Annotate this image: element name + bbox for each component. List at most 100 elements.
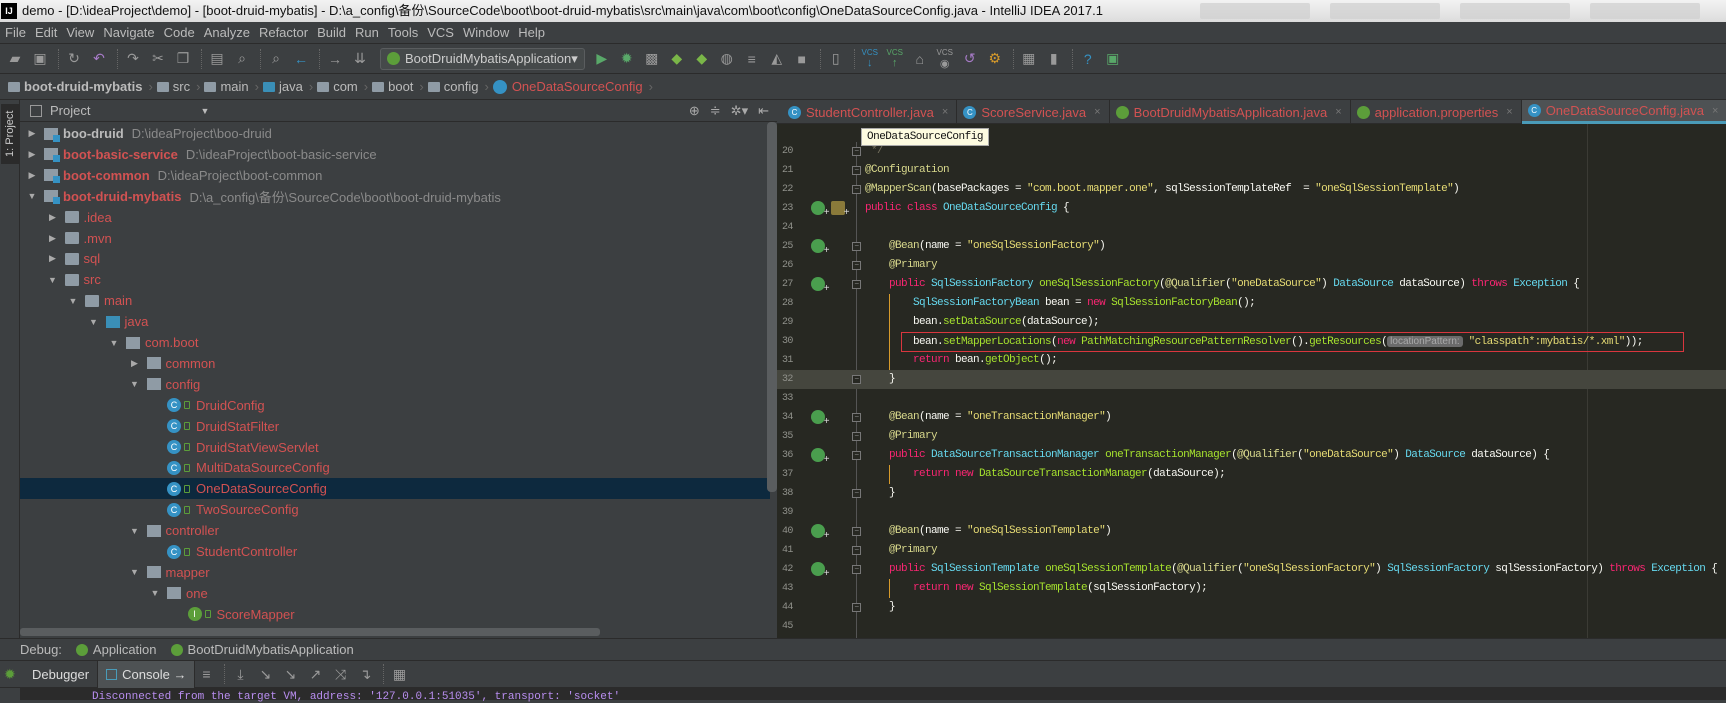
expand-right-icon[interactable]: ▶ — [129, 358, 141, 369]
tab-scoreservice-java[interactable]: C ScoreService.java × — [957, 100, 1110, 124]
close-icon[interactable]: × — [1712, 105, 1718, 117]
breadcrumb-item[interactable]: main › — [204, 79, 259, 94]
tab-studentcontroller-java[interactable]: C StudentController.java × — [782, 100, 958, 124]
breadcrumb-item[interactable]: boot-druid-mybatis › — [8, 79, 153, 94]
menu-view[interactable]: View — [66, 25, 94, 40]
step-into-icon[interactable]: ↘ — [254, 663, 276, 685]
gear-icon[interactable]: ✲▾ — [731, 103, 748, 119]
cut-icon[interactable]: ✂ — [147, 48, 169, 70]
menu-analyze[interactable]: Analyze — [204, 25, 250, 40]
tree-item[interactable]: I ScoreMapper — [20, 604, 770, 625]
menu-help[interactable]: Help — [518, 25, 545, 40]
sdk-icon[interactable]: ▮ — [1043, 48, 1065, 70]
expand-right-icon[interactable]: ▶ — [47, 212, 59, 223]
debug-session-tab[interactable]: BootDruidMybatisApplication — [170, 642, 354, 657]
tree-item[interactable]: ▼ controller — [20, 520, 770, 541]
locate-icon[interactable]: ⊕ — [689, 103, 700, 119]
back-icon[interactable]: ← — [290, 48, 312, 70]
paste-icon[interactable]: ▤ — [206, 48, 228, 70]
menu-refactor[interactable]: Refactor — [259, 25, 308, 40]
expand-down-icon[interactable]: ▼ — [88, 317, 100, 327]
project-tool-button[interactable]: 1: Project — [1, 104, 19, 164]
expand-down-icon[interactable]: ▼ — [129, 567, 141, 577]
fold-marker-icon[interactable]: − — [852, 413, 861, 422]
tree-item[interactable]: ▼ src — [20, 269, 770, 290]
tree-item[interactable]: ▶ sql — [20, 248, 770, 269]
fold-marker-icon[interactable]: − — [852, 280, 861, 289]
breadcrumb-item[interactable]: src › — [156, 79, 200, 94]
expand-right-icon[interactable]: ▶ — [47, 233, 59, 244]
undo-icon[interactable]: ↶ — [88, 48, 110, 70]
tree-item[interactable]: ▼ java — [20, 311, 770, 332]
tree-item[interactable]: C TwoSourceConfig — [20, 499, 770, 520]
breadcrumb-item[interactable]: java › — [263, 79, 313, 94]
spring-config-gutter-icon[interactable] — [831, 201, 849, 219]
tree-item[interactable]: C OneDataSourceConfig — [20, 478, 770, 500]
expand-right-icon[interactable]: ▶ — [26, 170, 38, 181]
spring-bean-gutter-icon[interactable] — [811, 201, 829, 219]
expand-down-icon[interactable]: ▼ — [26, 191, 38, 201]
hide-icon[interactable]: ⇤ — [758, 103, 769, 119]
vcs-update-icon[interactable]: VCS ↓ — [859, 48, 881, 70]
tree-item[interactable]: ▼ main — [20, 290, 770, 311]
project-tree-horizontal-scrollbar[interactable] — [20, 628, 600, 636]
debug-icon[interactable]: ✹ — [616, 48, 638, 70]
tree-item[interactable]: ▶ boo-druid D:\ideaProject\boo-druid — [20, 123, 770, 144]
breadcrumb-item[interactable]: com › — [317, 79, 368, 94]
force-step-into-icon[interactable]: ↘ — [279, 663, 301, 685]
tree-item[interactable]: ▼ one — [20, 583, 770, 604]
fold-marker-icon[interactable]: − — [852, 375, 861, 384]
close-icon[interactable]: × — [1506, 106, 1512, 118]
menu-vcs[interactable]: VCS — [427, 25, 454, 40]
tab-application-properties[interactable]: application.properties × — [1351, 100, 1522, 124]
spring-bean-gutter-icon[interactable] — [811, 277, 829, 295]
expand-down-icon[interactable]: ▼ — [149, 588, 161, 598]
close-icon[interactable]: × — [1094, 106, 1100, 118]
project-structure-icon[interactable]: ▦ — [1018, 48, 1040, 70]
expand-right-icon[interactable]: ▶ — [26, 149, 38, 160]
tree-item[interactable]: ▶ .idea — [20, 207, 770, 228]
revert-icon[interactable]: ↺ — [959, 48, 981, 70]
open-icon[interactable]: ▰ — [4, 48, 26, 70]
fold-marker-icon[interactable]: − — [852, 261, 861, 270]
tree-item[interactable]: C DruidConfig — [20, 395, 770, 416]
menu-file[interactable]: File — [5, 25, 26, 40]
fold-marker-icon[interactable]: − — [852, 527, 861, 536]
fold-marker-icon[interactable]: − — [852, 432, 861, 441]
menu-tools[interactable]: Tools — [388, 25, 418, 40]
tree-item[interactable]: C MultiDataSourceConfig — [20, 457, 770, 478]
menu-build[interactable]: Build — [317, 25, 346, 40]
help-icon[interactable]: ? — [1077, 48, 1099, 70]
expand-down-icon[interactable]: ▼ — [67, 296, 79, 306]
tree-item[interactable]: ▶ boot-basic-service D:\ideaProject\boot-b… — [20, 144, 770, 165]
jrebel-debug-icon[interactable]: ◆ — [691, 48, 713, 70]
copy-icon[interactable]: ❐ — [172, 48, 194, 70]
tree-item[interactable]: ▶ .mvn — [20, 228, 770, 249]
tree-item[interactable]: ▼ boot-druid-mybatis D:\a_config\备份\Source… — [20, 186, 770, 207]
menu-window[interactable]: Window — [463, 25, 509, 40]
build-icon[interactable]: ⇊ — [349, 48, 371, 70]
tab-bootdruidmybatisapplication-java[interactable]: BootDruidMybatisApplication.java × — [1110, 100, 1351, 124]
chevron-down-icon[interactable]: ▼ — [200, 106, 209, 116]
tree-item[interactable]: ▼ com.boot — [20, 332, 770, 353]
sync-icon[interactable]: ↻ — [63, 48, 85, 70]
vcs-history-icon[interactable]: ⌂ — [909, 48, 931, 70]
find-icon[interactable]: ⌕ — [231, 48, 253, 70]
fold-marker-icon[interactable]: − — [852, 603, 861, 612]
menu-navigate[interactable]: Navigate — [103, 25, 154, 40]
fold-marker-icon[interactable]: − — [852, 147, 861, 156]
collapse-all-icon[interactable]: ≑ — [710, 103, 721, 119]
fold-marker-icon[interactable]: − — [852, 185, 861, 194]
fold-marker-icon[interactable]: − — [852, 546, 861, 555]
close-icon[interactable]: × — [942, 106, 948, 118]
tree-item[interactable]: C DruidStatViewServlet — [20, 437, 770, 458]
menu-edit[interactable]: Edit — [35, 25, 57, 40]
redo-icon[interactable]: ↷ — [122, 48, 144, 70]
expand-right-icon[interactable]: ▶ — [47, 253, 59, 264]
run-icon[interactable]: ▶ — [591, 48, 613, 70]
expand-down-icon[interactable]: ▼ — [129, 379, 141, 389]
plugin-icon[interactable]: ▣ — [1102, 48, 1124, 70]
tree-item[interactable]: C DruidStatFilter — [20, 416, 770, 437]
step-over-icon[interactable]: ⤓ — [229, 663, 251, 685]
tab-debugger[interactable]: Debugger — [24, 660, 99, 688]
